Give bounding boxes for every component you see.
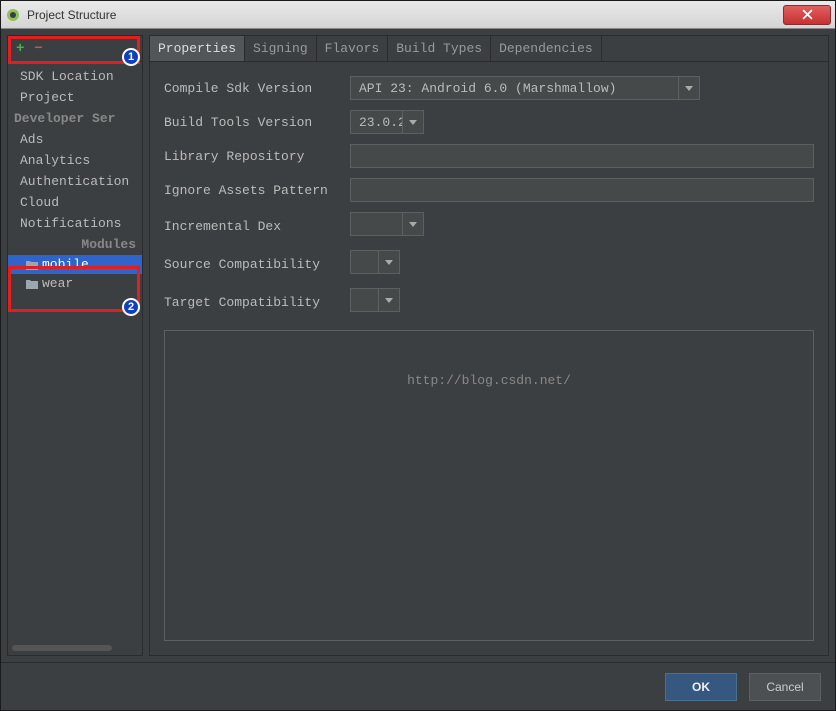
sidebar-item-authentication[interactable]: Authentication: [8, 171, 142, 192]
cancel-button[interactable]: Cancel: [749, 673, 821, 701]
module-item-mobile[interactable]: mobile: [8, 255, 142, 274]
app-icon: [5, 7, 21, 23]
folder-icon: [26, 260, 38, 270]
lower-panel: http://blog.csdn.net/: [164, 330, 814, 641]
library-repository-input[interactable]: [350, 144, 814, 168]
chevron-down-icon: [402, 212, 424, 236]
sidebar-header-developer-services: Developer Ser: [8, 108, 142, 129]
sidebar-scrollbar[interactable]: [12, 645, 112, 651]
sidebar-item-cloud[interactable]: Cloud: [8, 192, 142, 213]
sidebar-header-modules: Modules: [8, 234, 142, 255]
sidebar-items: SDK Location Project Developer Ser Ads A…: [8, 62, 142, 645]
close-icon: [802, 9, 813, 20]
close-button[interactable]: [783, 5, 831, 25]
label-library-repo: Library Repository: [164, 149, 344, 164]
sidebar-item-analytics[interactable]: Analytics: [8, 150, 142, 171]
build-tools-select[interactable]: 23.0.2: [350, 110, 424, 134]
label-incremental-dex: Incremental Dex: [164, 219, 344, 234]
combo-text: 23.0.2: [350, 110, 402, 134]
target-compat-select[interactable]: [350, 288, 400, 312]
main-panel: Properties Signing Flavors Build Types D…: [149, 35, 829, 656]
chevron-down-icon: [402, 110, 424, 134]
source-compat-select[interactable]: [350, 250, 400, 274]
label-build-tools: Build Tools Version: [164, 115, 344, 130]
add-icon[interactable]: +: [16, 41, 24, 57]
label-compile-sdk: Compile Sdk Version: [164, 81, 344, 96]
sidebar-item-project[interactable]: Project: [8, 87, 142, 108]
label-target-compat: Target Compatibility: [164, 295, 344, 310]
sidebar-item-ads[interactable]: Ads: [8, 129, 142, 150]
sidebar-item-notifications[interactable]: Notifications: [8, 213, 142, 234]
tab-signing[interactable]: Signing: [245, 36, 317, 61]
ignore-assets-input[interactable]: [350, 178, 814, 202]
sidebar: + − SDK Location Project Developer Ser A…: [7, 35, 143, 656]
watermark-text: http://blog.csdn.net/: [407, 373, 571, 388]
titlebar: Project Structure: [1, 1, 835, 29]
ok-button[interactable]: OK: [665, 673, 737, 701]
module-label: mobile: [42, 257, 89, 272]
label-source-compat: Source Compatibility: [164, 257, 344, 272]
dialog-body: + − SDK Location Project Developer Ser A…: [1, 29, 835, 662]
chevron-down-icon: [678, 76, 700, 100]
remove-icon[interactable]: −: [34, 41, 42, 57]
chevron-down-icon: [378, 250, 400, 274]
combo-text: API 23: Android 6.0 (Marshmallow): [350, 76, 678, 100]
combo-text: [350, 288, 378, 312]
tab-build-types[interactable]: Build Types: [388, 36, 491, 61]
combo-text: [350, 212, 402, 236]
tab-properties[interactable]: Properties: [150, 36, 245, 61]
sidebar-item-sdk-location[interactable]: SDK Location: [8, 66, 142, 87]
tabs: Properties Signing Flavors Build Types D…: [150, 36, 828, 62]
chevron-down-icon: [378, 288, 400, 312]
window-title: Project Structure: [27, 8, 783, 22]
folder-icon: [26, 279, 38, 289]
module-label: wear: [42, 276, 73, 291]
compile-sdk-select[interactable]: API 23: Android 6.0 (Marshmallow): [350, 76, 700, 100]
module-item-wear[interactable]: wear: [8, 274, 142, 293]
sidebar-toolbar: + −: [8, 36, 142, 62]
incremental-dex-select[interactable]: [350, 212, 424, 236]
project-structure-window: Project Structure + − SDK Location Proje…: [0, 0, 836, 711]
dialog-footer: OK Cancel: [1, 662, 835, 710]
label-ignore-assets: Ignore Assets Pattern: [164, 183, 344, 198]
tab-dependencies[interactable]: Dependencies: [491, 36, 602, 61]
tab-flavors[interactable]: Flavors: [317, 36, 389, 61]
combo-text: [350, 250, 378, 274]
properties-form: Compile Sdk Version API 23: Android 6.0 …: [150, 62, 828, 320]
